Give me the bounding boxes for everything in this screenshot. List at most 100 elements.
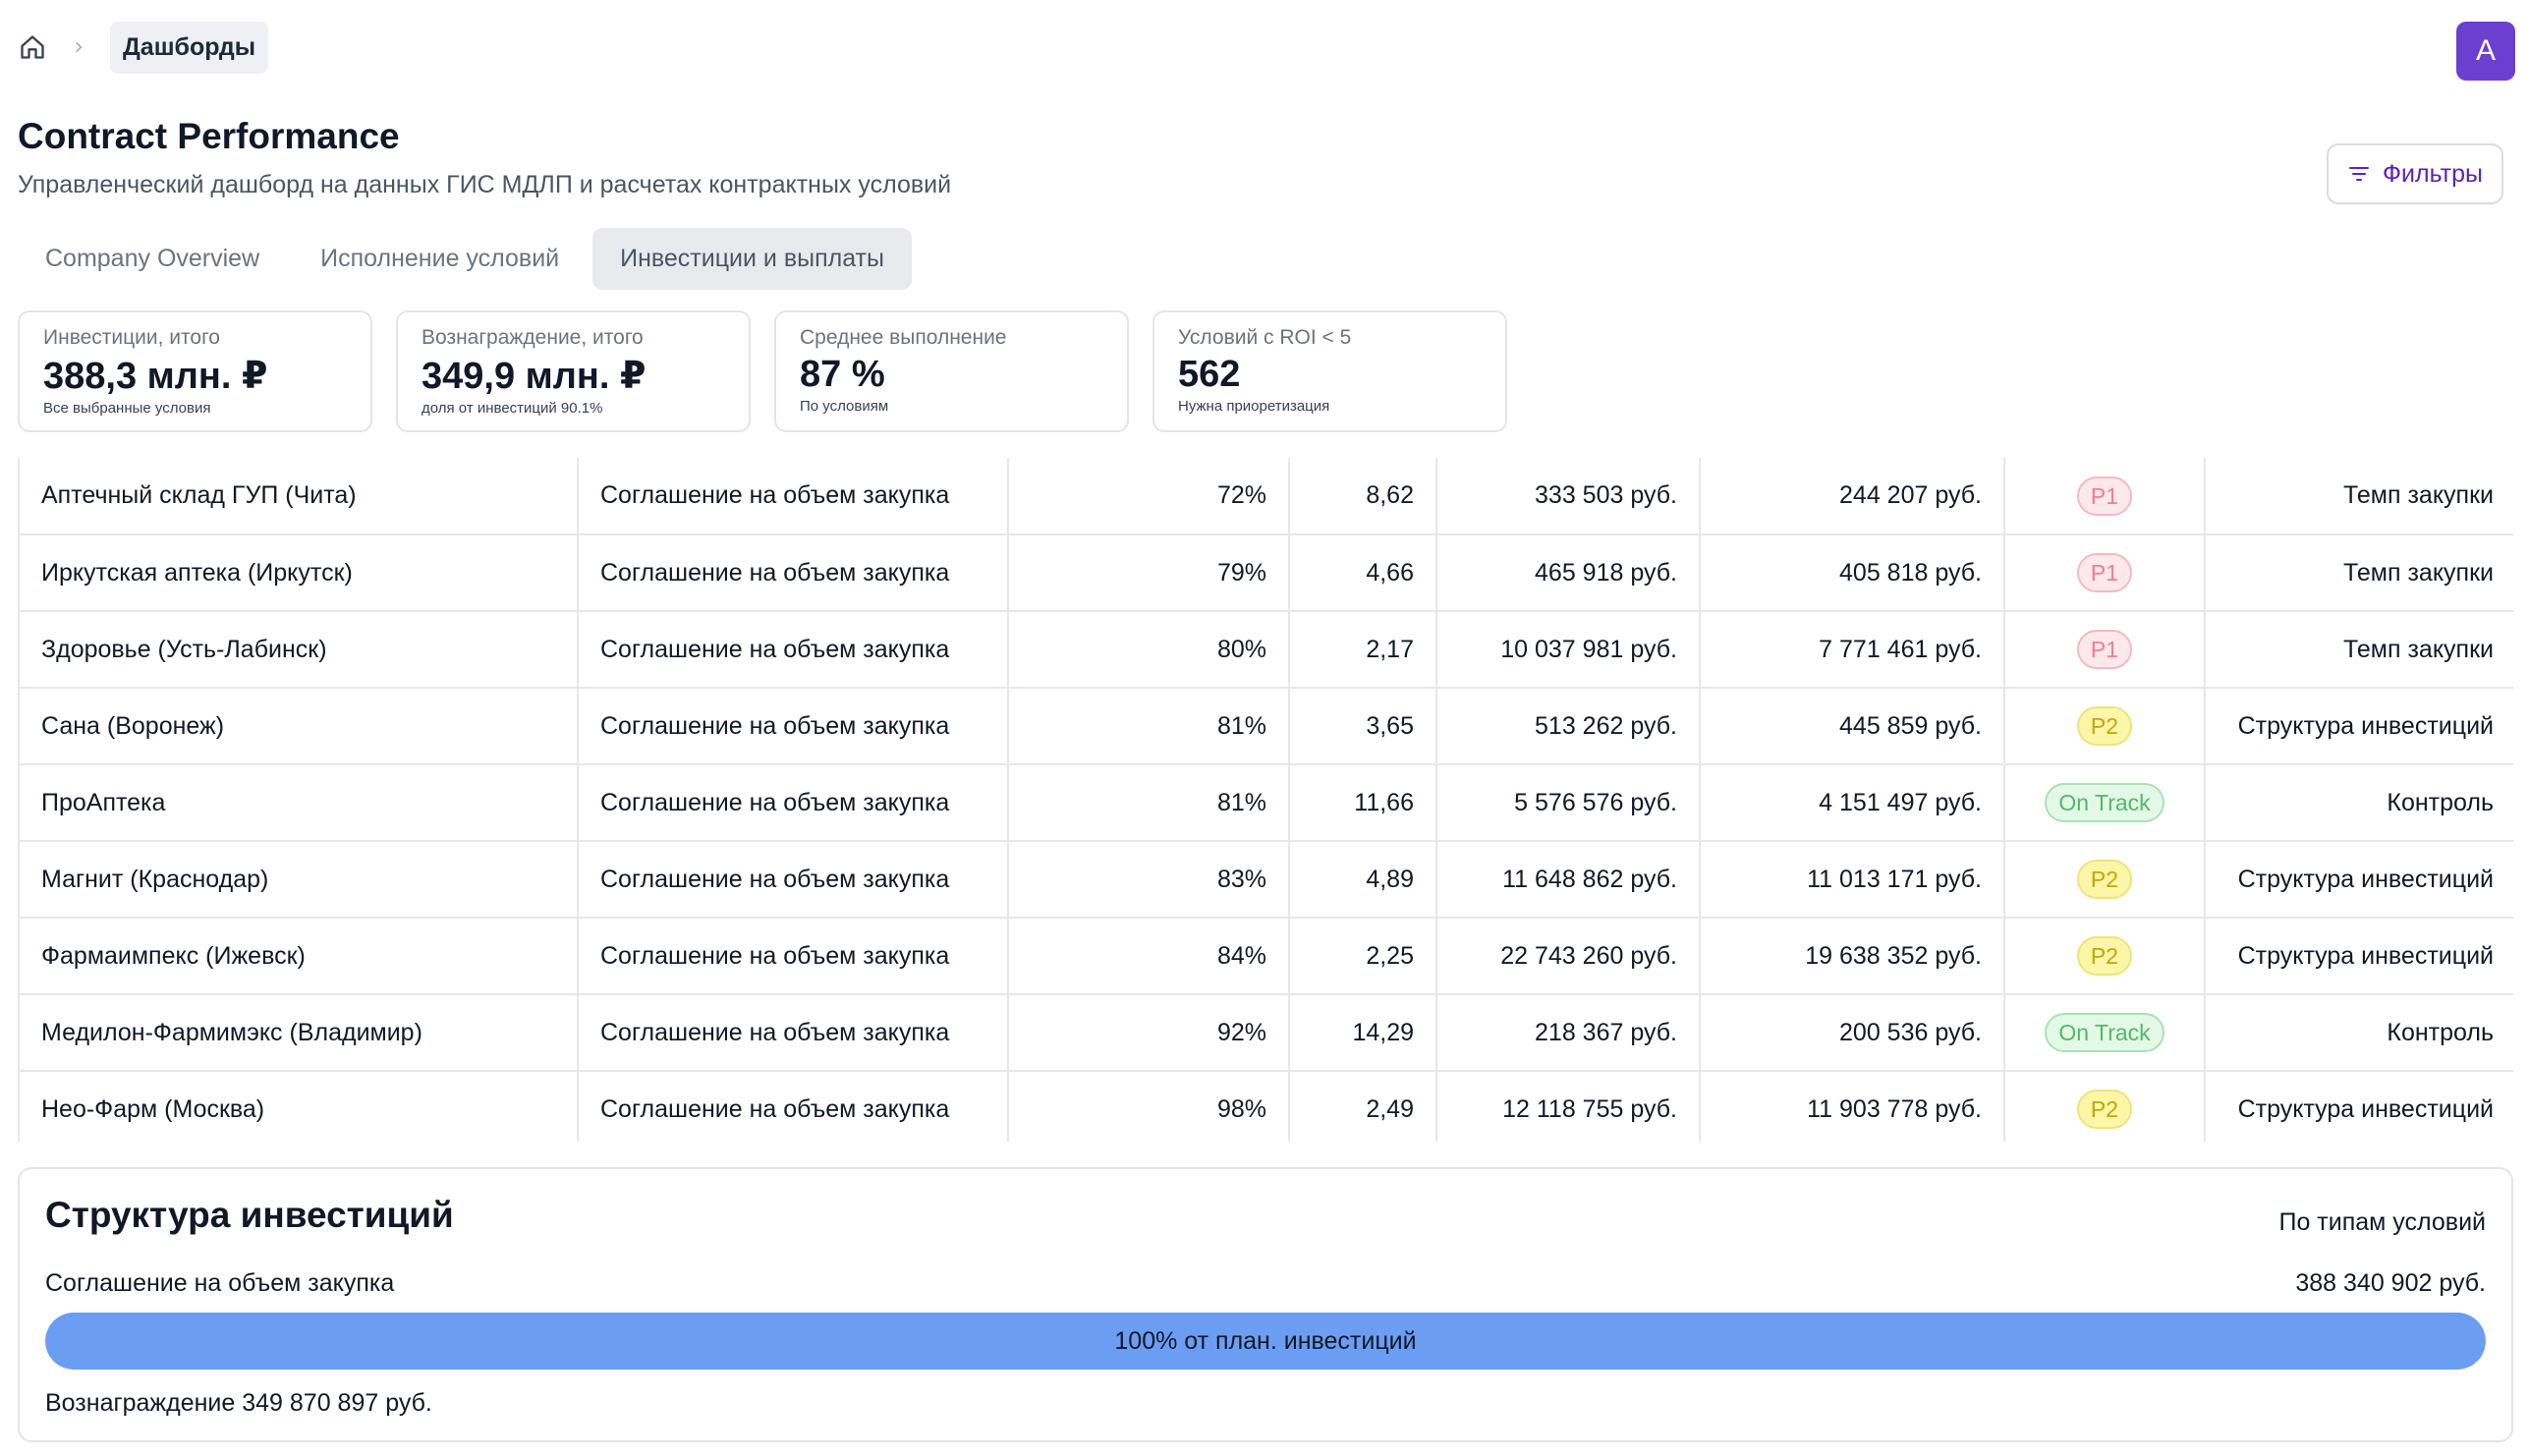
cell-completion: 72% (1008, 458, 1290, 535)
tab-bar: Company Overview Исполнение условий Инве… (18, 228, 912, 290)
cell-pharmacy: ПроАптека (20, 764, 579, 842)
kpi-card-completion: Среднее выполнение 87 % По условиям (774, 310, 1129, 432)
cell-pharmacy: Медилон-Фармимэкс (Владимир) (20, 994, 579, 1072)
cell-priority: P1 (2004, 611, 2206, 689)
cell-roi: 8,62 (1289, 458, 1437, 535)
cell-condition: Соглашение на объем закупка (578, 1071, 1009, 1142)
cell-pharmacy: Нео-Фарм (Москва) (20, 1071, 579, 1142)
cell-reward: 405 818 руб. (1700, 534, 2005, 612)
cell-reward: 7 771 461 руб. (1700, 611, 2005, 689)
home-icon[interactable] (18, 32, 47, 62)
panel-side-label: По типам условий (2278, 1208, 2486, 1236)
cell-pharmacy: Аптечный склад ГУП (Чита) (20, 458, 579, 535)
cell-reward: 445 859 руб. (1700, 688, 2005, 765)
table-row[interactable]: Нео-Фарм (Москва) Соглашение на объем зак… (20, 1071, 2513, 1142)
cell-completion: 92% (1008, 994, 1290, 1072)
cell-priority: P2 (2004, 841, 2206, 919)
cell-completion: 81% (1008, 688, 1290, 765)
filters-button[interactable]: Фильтры (2327, 143, 2503, 204)
kpi-card-reward: Вознаграждение, итого 349,9 млн. ₽ доля … (396, 310, 751, 432)
tab-company-overview[interactable]: Company Overview (18, 228, 287, 290)
kpi-note: доля от инвестиций 90.1% (422, 400, 603, 417)
cell-focus: Структура инвестиций (2205, 1071, 2513, 1142)
priority-badge: P1 (2076, 553, 2133, 592)
table-row[interactable]: Магнит (Краснодар) Соглашение на объем за… (20, 841, 2513, 919)
priority-badge: P2 (2076, 860, 2133, 899)
kpi-note: Все выбранные условия (43, 400, 211, 417)
cell-reward: 4 151 497 руб. (1700, 764, 2005, 842)
tab-conditions-execution[interactable]: Исполнение условий (293, 228, 587, 290)
kpi-note: По условиям (800, 398, 889, 415)
cell-reward: 244 207 руб. (1700, 458, 2005, 535)
cell-completion: 79% (1008, 534, 1290, 612)
breadcrumb: Дашборды (18, 21, 269, 74)
cell-roi: 14,29 (1289, 994, 1437, 1072)
table-row[interactable]: Аптечный склад ГУП (Чита) Соглашение на о… (20, 458, 2513, 535)
cell-focus: Темп закупки (2205, 458, 2513, 535)
investment-progress-fill: 100% от план. инвестиций (45, 1313, 2486, 1370)
investment-structure-panel: Структура инвестиций По типам условий Со… (18, 1167, 2513, 1442)
cell-focus: Контроль (2205, 764, 2513, 842)
progress-label: 100% от план. инвестиций (1114, 1326, 1417, 1355)
priority-badge: P2 (2076, 936, 2133, 976)
page-title: Contract Performance (18, 116, 400, 156)
table-row[interactable]: Сана (Воронеж) Соглашение на объем закупк… (20, 688, 2513, 765)
cell-focus: Структура инвестиций (2205, 918, 2513, 995)
table-row[interactable]: Здоровье (Усть-Лабинск) Соглашение на объ… (20, 611, 2513, 689)
cell-focus: Темп закупки (2205, 534, 2513, 612)
cell-completion: 81% (1008, 764, 1290, 842)
kpi-card-low-roi: Условий с ROI < 5 562 Нужна приоретизаци… (1152, 310, 1507, 432)
filters-label: Фильтры (2383, 159, 2483, 188)
kpi-label: Среднее выполнение (800, 326, 1007, 349)
cell-pharmacy: Магнит (Краснодар) (20, 841, 579, 919)
cell-focus: Структура инвестиций (2205, 688, 2513, 765)
table-row[interactable]: Медилон-Фармимэкс (Владимир) Соглашение н… (20, 994, 2513, 1072)
cell-investment: 11 648 862 руб. (1436, 841, 1701, 919)
kpi-card-investments: Инвестиции, итого 388,3 млн. ₽ Все выбра… (18, 310, 372, 432)
table-row[interactable]: ПроАптека Соглашение на объем закупка 81% 1… (20, 764, 2513, 842)
cell-condition: Соглашение на объем закупка (578, 764, 1009, 842)
cell-reward: 11 903 778 руб. (1700, 1071, 2005, 1142)
priority-badge: On Track (2045, 783, 2164, 822)
kpi-cards: Инвестиции, итого 388,3 млн. ₽ Все выбра… (18, 310, 1507, 432)
cell-pharmacy: Сана (Воронеж) (20, 688, 579, 765)
avatar[interactable]: A (2456, 22, 2515, 81)
cell-pharmacy: Здоровье (Усть-Лабинск) (20, 611, 579, 689)
table-row[interactable]: Фармаимпекс (Ижевск) Соглашение на объем … (20, 918, 2513, 995)
condition-type: Соглашение на объем закупка (45, 1269, 395, 1297)
kpi-value: 87 % (800, 354, 885, 395)
cell-reward: 19 638 352 руб. (1700, 918, 2005, 995)
table-row[interactable]: Иркутская аптека (Иркутск) Соглашение на … (20, 534, 2513, 612)
cell-roi: 4,89 (1289, 841, 1437, 919)
cell-pharmacy: Фармаимпекс (Ижевск) (20, 918, 579, 995)
cell-roi: 2,25 (1289, 918, 1437, 995)
kpi-label: Вознаграждение, итого (422, 326, 644, 349)
cell-priority: On Track (2004, 994, 2206, 1072)
breadcrumb-current[interactable]: Дашборды (110, 21, 269, 74)
cell-focus: Контроль (2205, 994, 2513, 1072)
cell-completion: 84% (1008, 918, 1290, 995)
cell-investment: 465 918 руб. (1436, 534, 1701, 612)
kpi-label: Условий с ROI < 5 (1178, 326, 1352, 349)
cell-roi: 4,66 (1289, 534, 1437, 612)
contracts-table[interactable]: Аптечный склад ГУП (Чита) Соглашение на о… (18, 458, 2513, 1142)
condition-amount: 388 340 902 руб. (2295, 1269, 2486, 1297)
cell-investment: 10 037 981 руб. (1436, 611, 1701, 689)
cell-priority: P1 (2004, 458, 2206, 535)
priority-badge: On Track (2045, 1013, 2164, 1052)
cell-roi: 3,65 (1289, 688, 1437, 765)
cell-condition: Соглашение на объем закупка (578, 918, 1009, 995)
cell-investment: 22 743 260 руб. (1436, 918, 1701, 995)
cell-priority: P1 (2004, 534, 2206, 612)
cell-investment: 513 262 руб. (1436, 688, 1701, 765)
cell-pharmacy: Иркутская аптека (Иркутск) (20, 534, 579, 612)
cell-priority: On Track (2004, 764, 2206, 842)
cell-condition: Соглашение на объем закупка (578, 611, 1009, 689)
tab-investments-payouts[interactable]: Инвестиции и выплаты (592, 228, 912, 290)
cell-reward: 200 536 руб. (1700, 994, 2005, 1072)
cell-investment: 12 118 755 руб. (1436, 1071, 1701, 1142)
page-subtitle: Управленческий дашборд на данных ГИС МДЛ… (18, 171, 952, 198)
cell-condition: Соглашение на объем закупка (578, 994, 1009, 1072)
cell-focus: Темп закупки (2205, 611, 2513, 689)
cell-completion: 98% (1008, 1071, 1290, 1142)
